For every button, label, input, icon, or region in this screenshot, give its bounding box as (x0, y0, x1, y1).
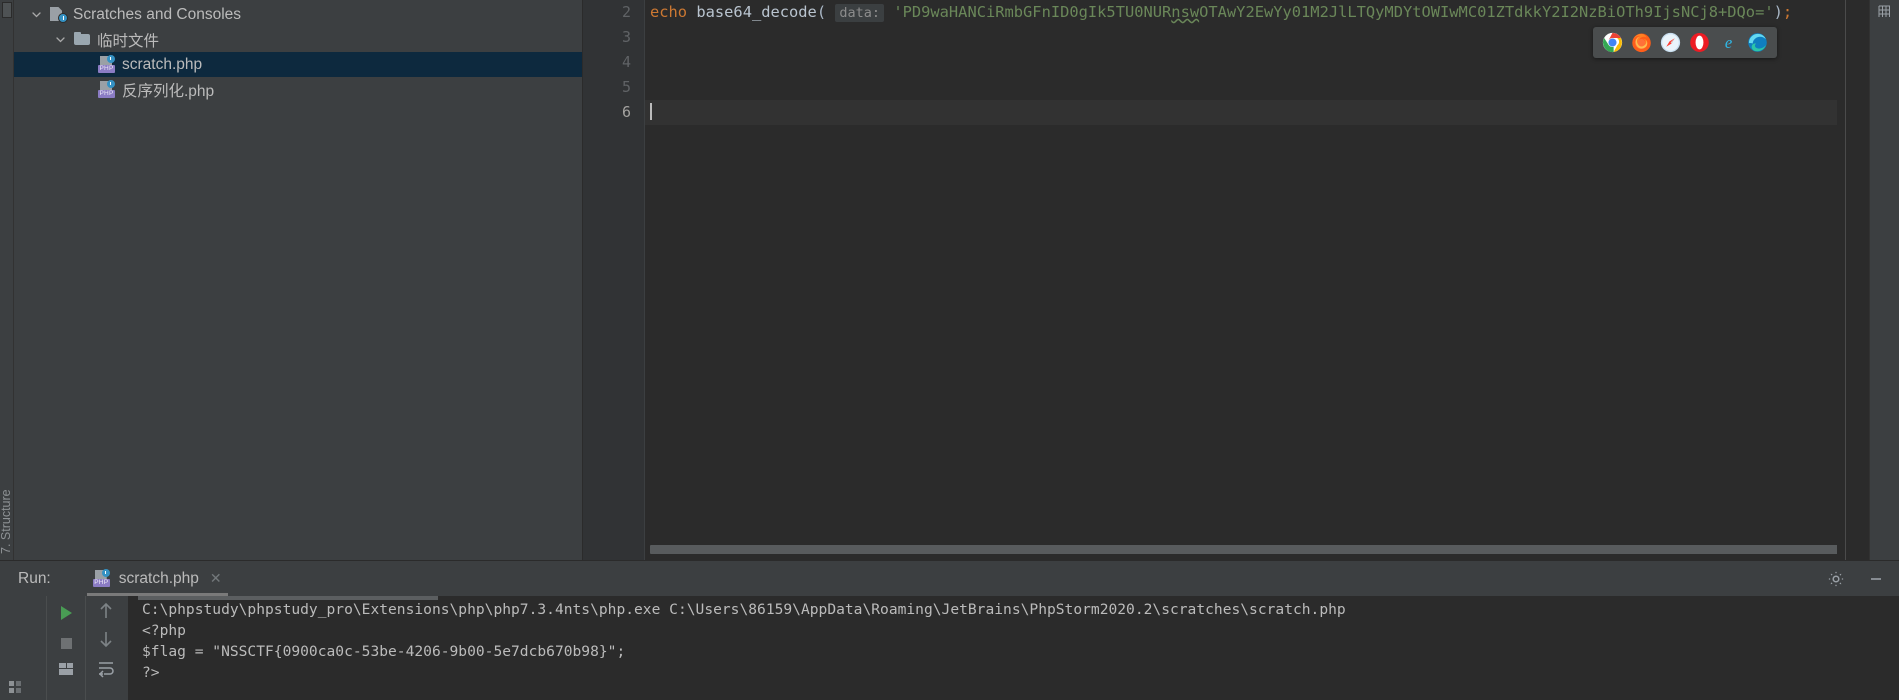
string-literal-spellcheck: nsw (1171, 3, 1200, 21)
editor-marker-column[interactable] (1837, 0, 1869, 560)
run-panel-header: Run: PHP scratch.php ✕ (0, 561, 1899, 596)
semicolon: ; (1782, 3, 1793, 21)
run-control-buttons[interactable] (46, 596, 86, 700)
console-line: C:\phpstudy\phpstudy_pro\Extensions\php\… (142, 601, 1346, 618)
line-number: 6 (621, 103, 631, 121)
paren-close: ) (1773, 3, 1783, 21)
internet-explorer-icon[interactable]: e (1718, 32, 1739, 53)
code-line-5[interactable] (645, 75, 1837, 100)
structure-tool-strip[interactable]: 7. Structure (0, 489, 46, 700)
run-button[interactable] (55, 602, 77, 624)
run-tab-scratch-php[interactable]: PHP scratch.php ✕ (86, 561, 228, 596)
console-line: ?> (142, 664, 160, 681)
phpstorm-window: Scratches and Consoles 临时文件 PHP scratch.… (0, 0, 1899, 700)
editor-gutter[interactable]: 2 3 4 5 6 (583, 0, 645, 560)
opera-icon[interactable] (1689, 32, 1710, 53)
left-tool-rail[interactable] (0, 0, 14, 560)
console-nav-buttons[interactable] (86, 596, 128, 700)
firefox-icon[interactable] (1631, 32, 1652, 53)
scratch-root-icon (49, 5, 68, 24)
code-line-6[interactable] (645, 100, 1837, 125)
tree-item-temp-folder[interactable]: 临时文件 (14, 27, 582, 52)
chevron-down-icon[interactable] (52, 34, 68, 45)
tree-item-label: scratch.php (122, 55, 203, 73)
paren-open: ( (816, 3, 827, 21)
scroll-down-button[interactable] (96, 628, 116, 650)
svg-text:e: e (1725, 33, 1732, 52)
open-in-browser-popup[interactable]: e (1593, 27, 1777, 58)
function-name: base64_decode (696, 3, 817, 21)
soft-wrap-button[interactable] (96, 658, 116, 680)
minimize-icon[interactable] (1867, 570, 1885, 588)
run-panel-body: 7. Structure C:\phpstudy\phpstudy_pro\Ex… (0, 489, 1899, 700)
layout-button[interactable] (55, 658, 77, 680)
run-tool-window[interactable]: Run: PHP scratch.php ✕ 7. Structure C:\p… (0, 489, 1899, 700)
grid-icon[interactable] (1876, 4, 1893, 21)
stop-button[interactable] (55, 632, 77, 654)
scrollbar-thumb[interactable] (650, 545, 1837, 554)
right-margin-line (1845, 0, 1846, 560)
line-number: 2 (621, 3, 631, 21)
line-number: 3 (621, 28, 631, 46)
chrome-icon[interactable] (1602, 32, 1623, 53)
tree-item-scratch-php[interactable]: PHP scratch.php (14, 52, 582, 77)
editor-horizontal-scrollbar[interactable] (645, 545, 1837, 554)
line-number: 5 (621, 78, 631, 96)
structure-strip-label[interactable]: 7. Structure (0, 489, 13, 554)
edge-icon[interactable] (1747, 32, 1768, 53)
run-tab-label: scratch.php (118, 569, 199, 587)
safari-icon[interactable] (1660, 32, 1681, 53)
run-panel-label: Run: (18, 569, 51, 587)
right-tool-rail[interactable] (1869, 0, 1899, 560)
folder-icon (73, 30, 92, 49)
tree-item-deserialize-php[interactable]: PHP 反序列化.php (14, 77, 582, 102)
console-scroll-indicator[interactable] (138, 596, 438, 600)
close-icon[interactable]: ✕ (210, 570, 222, 587)
chevron-down-icon[interactable] (28, 9, 44, 20)
string-literal-part2: OTAwY2EwYy01M2JlLTQyMDYtOWIwMC01ZTdkkY2I… (1199, 3, 1774, 21)
top-region: Scratches and Consoles 临时文件 PHP scratch.… (0, 0, 1899, 560)
tree-item-label: 临时文件 (97, 32, 160, 50)
keyword-echo: echo (650, 3, 688, 21)
line-number: 4 (621, 53, 631, 71)
php-scratch-icon: PHP (92, 569, 112, 588)
tool-window-chip-icon[interactable] (8, 680, 22, 694)
run-panel-header-actions (1827, 561, 1885, 596)
code-editor[interactable]: 2 3 4 5 6 echo base64_decode( data: 'PD9… (583, 0, 1869, 560)
project-tree[interactable]: Scratches and Consoles 临时文件 PHP scratch.… (14, 0, 583, 560)
code-line-2[interactable]: echo base64_decode( data: 'PD9waHANCiRmb… (645, 0, 1837, 25)
gear-icon[interactable] (1827, 570, 1845, 588)
tool-window-chip-icon[interactable] (2, 2, 12, 18)
console-line: <?php (142, 622, 186, 639)
console-line: $flag = "NSSCTF{0900ca0c-53be-4206-9b00-… (142, 643, 626, 660)
scroll-up-button[interactable] (96, 600, 116, 622)
run-console-output[interactable]: C:\phpstudy\phpstudy_pro\Extensions\php\… (128, 596, 1899, 700)
tree-item-label: 反序列化.php (122, 82, 215, 100)
text-caret (650, 103, 652, 120)
tree-item-label: Scratches and Consoles (73, 5, 242, 23)
parameter-hint: data: (835, 4, 885, 22)
code-text-area[interactable]: echo base64_decode( data: 'PD9waHANCiRmb… (645, 0, 1837, 560)
tree-item-scratches-and-consoles[interactable]: Scratches and Consoles (14, 2, 582, 27)
php-scratch-icon: PHP (98, 80, 117, 99)
string-literal-part1: 'PD9waHANCiRmbGFnID0gIk5TU0NUR (893, 3, 1172, 21)
php-scratch-icon: PHP (98, 55, 117, 74)
